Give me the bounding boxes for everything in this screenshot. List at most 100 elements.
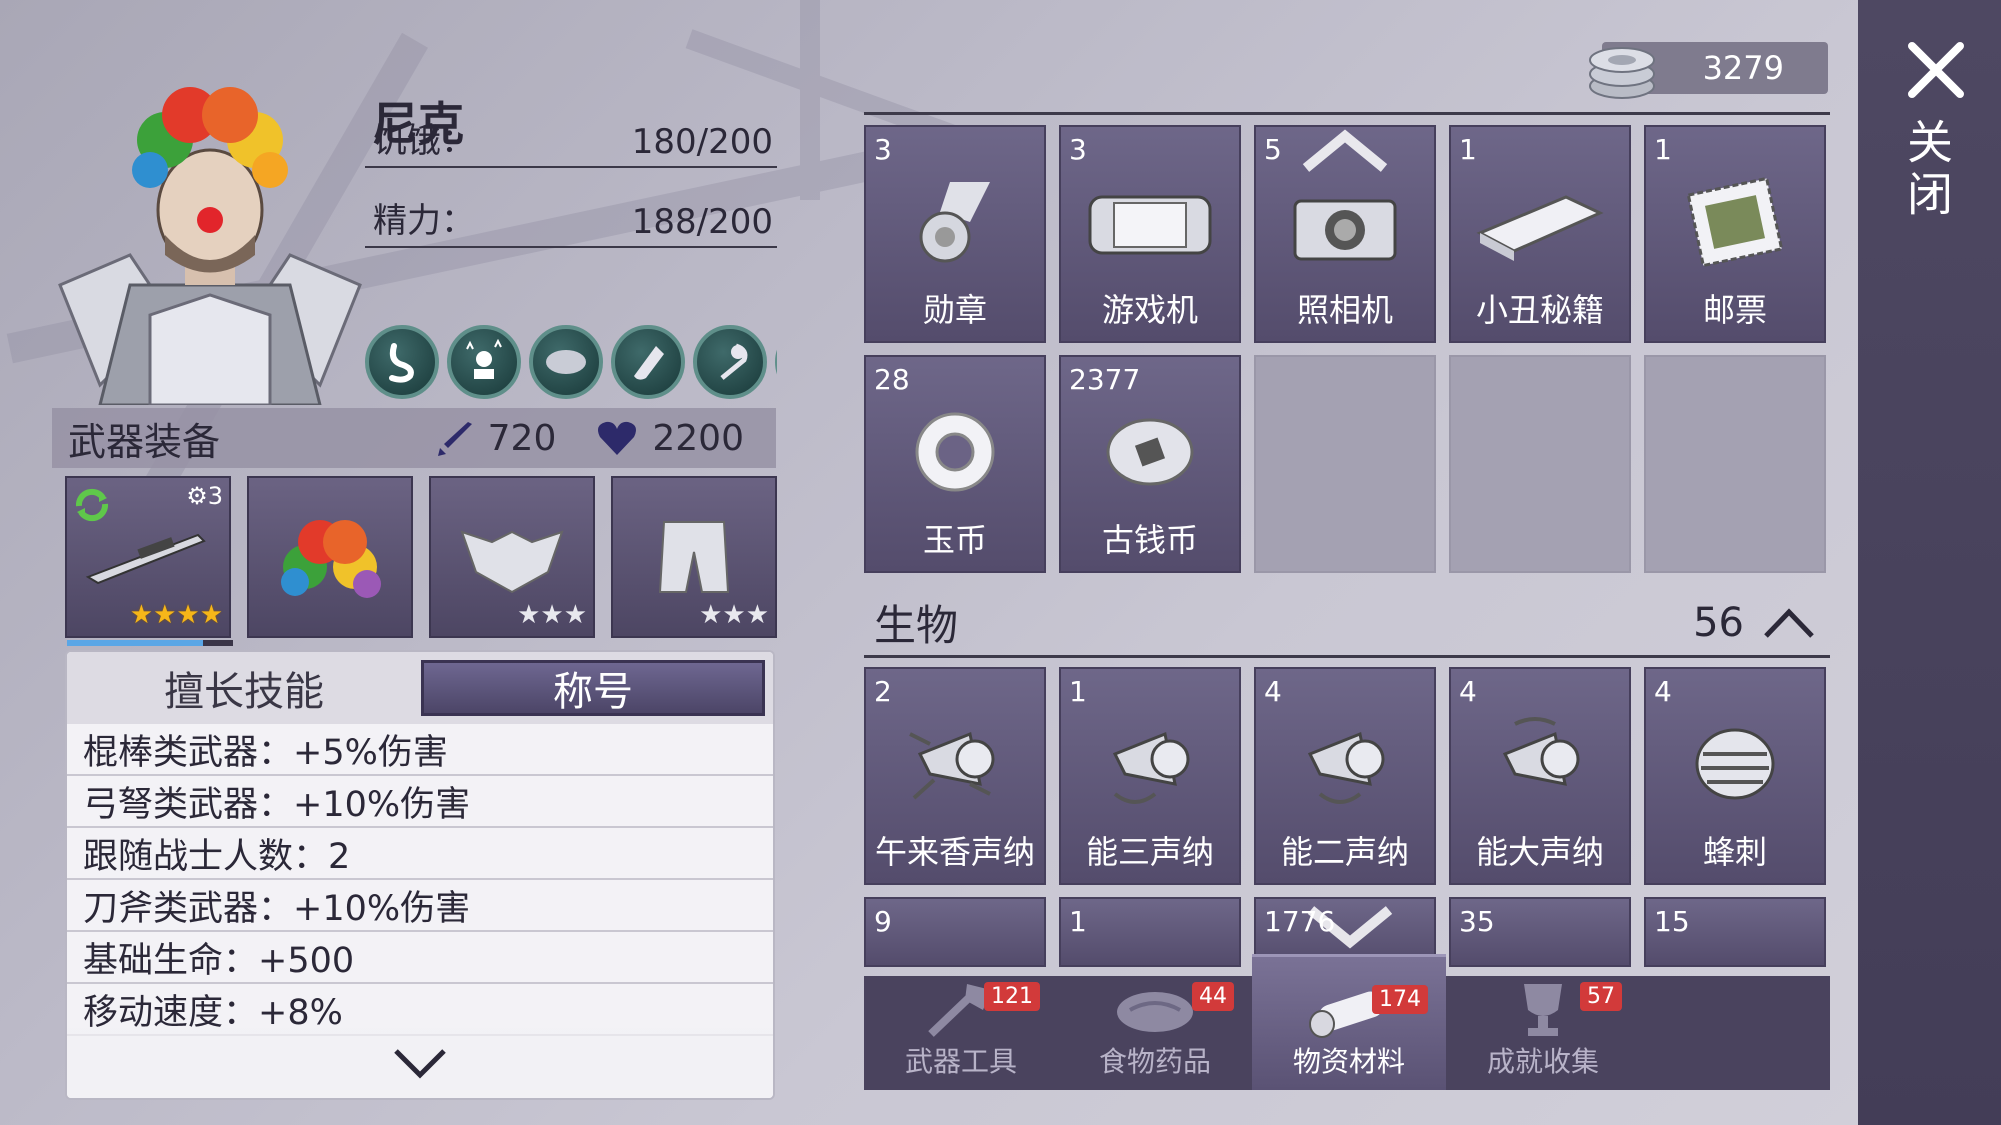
item-count: 15 xyxy=(1654,905,1690,938)
bottle-buff-icon[interactable] xyxy=(611,325,685,399)
item-name: 玉币 xyxy=(922,521,987,559)
coin-stack-icon xyxy=(1589,47,1655,99)
skill-row: 棍棒类武器：+5%伤害 xyxy=(67,724,773,776)
item-name: 蜂刺 xyxy=(1702,833,1767,871)
skill-row: 基础生命：+500 xyxy=(67,932,773,984)
item-partial[interactable]: 9 xyxy=(864,897,1046,967)
item-count: 28 xyxy=(874,363,910,396)
trophy-icon xyxy=(1524,984,1562,1036)
coin-value: 3279 xyxy=(1702,49,1784,87)
item-clown-book[interactable]: 1 小丑秘籍 xyxy=(1449,125,1631,343)
chevron-up-icon[interactable] xyxy=(1300,128,1390,174)
item-sonar[interactable]: 4 能大声纳 xyxy=(1449,667,1631,885)
item-count: 4 xyxy=(1459,675,1477,708)
section-title: 生物 xyxy=(874,601,959,650)
close-button-label[interactable]: 关闭 xyxy=(1900,118,1960,222)
category-tabs: 121 武器工具 44 食物药品 174 物资材料 57 成就收集 xyxy=(864,954,1830,1090)
item-count: 3 xyxy=(1069,133,1087,166)
tab-materials[interactable]: 174 物资材料 xyxy=(1252,954,1446,1090)
weapon-slot[interactable]: ⚙3 ★ ★ ★ ★ xyxy=(65,476,233,646)
item-bee-sting[interactable]: 4 蜂刺 xyxy=(1644,667,1826,885)
legs-slot[interactable]: ★ ★ ★ xyxy=(611,476,777,638)
empty-slot xyxy=(1644,355,1826,573)
item-jade-coin[interactable]: 28 玉币 xyxy=(864,355,1046,573)
sonar-icon xyxy=(1307,731,1385,804)
hunger-value: 180/200 xyxy=(631,122,773,162)
item-medal[interactable]: 3 勋章 xyxy=(864,125,1046,343)
energy-value: 188/200 xyxy=(631,202,773,242)
skills-panel: 擅长技能 称号 棍棒类武器：+5%伤害 弓弩类武器：+10%伤害 跟随战士人数：… xyxy=(65,650,775,1100)
skills-tabs: 擅长技能 称号 xyxy=(67,652,773,724)
health-stat: 2200 xyxy=(596,418,744,459)
character-portrait xyxy=(58,87,362,405)
item-stamp[interactable]: 1 邮票 xyxy=(1644,125,1826,343)
item-count: 1 xyxy=(1459,133,1477,166)
item-sonar[interactable]: 4 能二声纳 xyxy=(1254,667,1436,885)
armored-pants-icon xyxy=(658,521,730,593)
item-count: 2377 xyxy=(1069,363,1141,396)
weapon-xp-bar xyxy=(67,640,233,646)
item-count: 5 xyxy=(1264,133,1282,166)
item-name: 游戏机 xyxy=(1101,291,1198,329)
tab-label: 食物药品 xyxy=(1098,1045,1211,1078)
item-name: 古钱币 xyxy=(1101,521,1198,559)
item-partial[interactable]: 1 xyxy=(1059,897,1241,967)
ancient-coin-icon xyxy=(1106,418,1194,486)
item-name: 照相机 xyxy=(1296,291,1393,329)
equipment-slots: ⚙3 ★ ★ ★ ★ ★ ★ ★ ★ ★ ★ xyxy=(65,476,777,646)
item-partial[interactable]: 15 xyxy=(1644,897,1826,967)
stomach-buff-icon[interactable] xyxy=(365,325,439,399)
stone-buff-icon[interactable] xyxy=(529,325,603,399)
tab-food-medicine[interactable]: 44 食物药品 xyxy=(1058,976,1252,1090)
item-game-console[interactable]: 3 游戏机 xyxy=(1059,125,1241,343)
tab-label: 武器工具 xyxy=(904,1045,1017,1078)
section-biology-header[interactable]: 生物 56 xyxy=(864,590,1830,658)
attack-stat: 720 xyxy=(434,418,556,459)
torch-buff-icon[interactable] xyxy=(693,325,767,399)
jade-coin-icon xyxy=(915,412,995,492)
item-partial[interactable]: 35 xyxy=(1449,897,1631,967)
item-name: 邮票 xyxy=(1702,291,1767,329)
skill-row: 跟随战士人数：2 xyxy=(67,828,773,880)
mood-buff-icon[interactable] xyxy=(447,325,521,399)
energy-stat: 精力： 188/200 xyxy=(365,200,777,248)
equipment-title: 武器装备 xyxy=(68,419,221,464)
medal-icon xyxy=(919,182,990,263)
armor-stars: ★ ★ ★ xyxy=(517,600,587,630)
camera-icon xyxy=(1293,199,1397,261)
inventory-top-divider xyxy=(864,112,1830,115)
rainbow-wig-icon xyxy=(281,520,381,598)
tab-skills[interactable]: 擅长技能 xyxy=(75,660,413,716)
item-count: 2 xyxy=(874,675,892,708)
item-sonar[interactable]: 2 午来香声纳 xyxy=(864,667,1046,885)
tab-badge: 121 xyxy=(984,982,1040,1011)
extra-buff-icon[interactable] xyxy=(775,325,777,399)
tab-achievements[interactable]: 57 成就收集 xyxy=(1446,976,1640,1090)
item-count: 4 xyxy=(1264,675,1282,708)
expand-skills-button[interactable] xyxy=(67,1028,773,1098)
tab-badge: 44 xyxy=(1192,982,1234,1011)
hunger-label: 饥饿： xyxy=(373,121,475,161)
gear-icon: ⚙ xyxy=(186,482,208,510)
empty-slot xyxy=(1449,355,1631,573)
item-name: 能大声纳 xyxy=(1475,833,1604,871)
close-icon[interactable] xyxy=(1906,40,1966,100)
chevron-up-icon[interactable] xyxy=(1762,606,1816,640)
item-ancient-coin[interactable]: 2377 古钱币 xyxy=(1059,355,1241,573)
chevron-down-icon[interactable] xyxy=(1305,904,1395,950)
sniper-rifle-icon xyxy=(85,533,206,585)
inventory-grid-top: 3 勋章 3 游戏机 5 照相机 1 小丑秘籍 1 邮票 28 玉币 2377 … xyxy=(864,125,1826,573)
item-sonar[interactable]: 1 能三声纳 xyxy=(1059,667,1241,885)
weapon-stars: ★ ★ ★ ★ xyxy=(129,600,223,630)
bee-sting-icon xyxy=(1695,728,1775,800)
sonar-icon xyxy=(1502,717,1580,786)
tab-title[interactable]: 称号 xyxy=(421,660,765,716)
tab-badge: 57 xyxy=(1580,982,1622,1011)
tab-weapons-tools[interactable]: 121 武器工具 xyxy=(864,976,1058,1090)
armor-slot[interactable]: ★ ★ ★ xyxy=(429,476,595,638)
refresh-icon[interactable] xyxy=(71,484,113,526)
head-slot[interactable] xyxy=(247,476,413,638)
health-value: 2200 xyxy=(652,417,744,459)
skill-row: 弓弩类武器：+10%伤害 xyxy=(67,776,773,828)
item-count: 35 xyxy=(1459,905,1495,938)
